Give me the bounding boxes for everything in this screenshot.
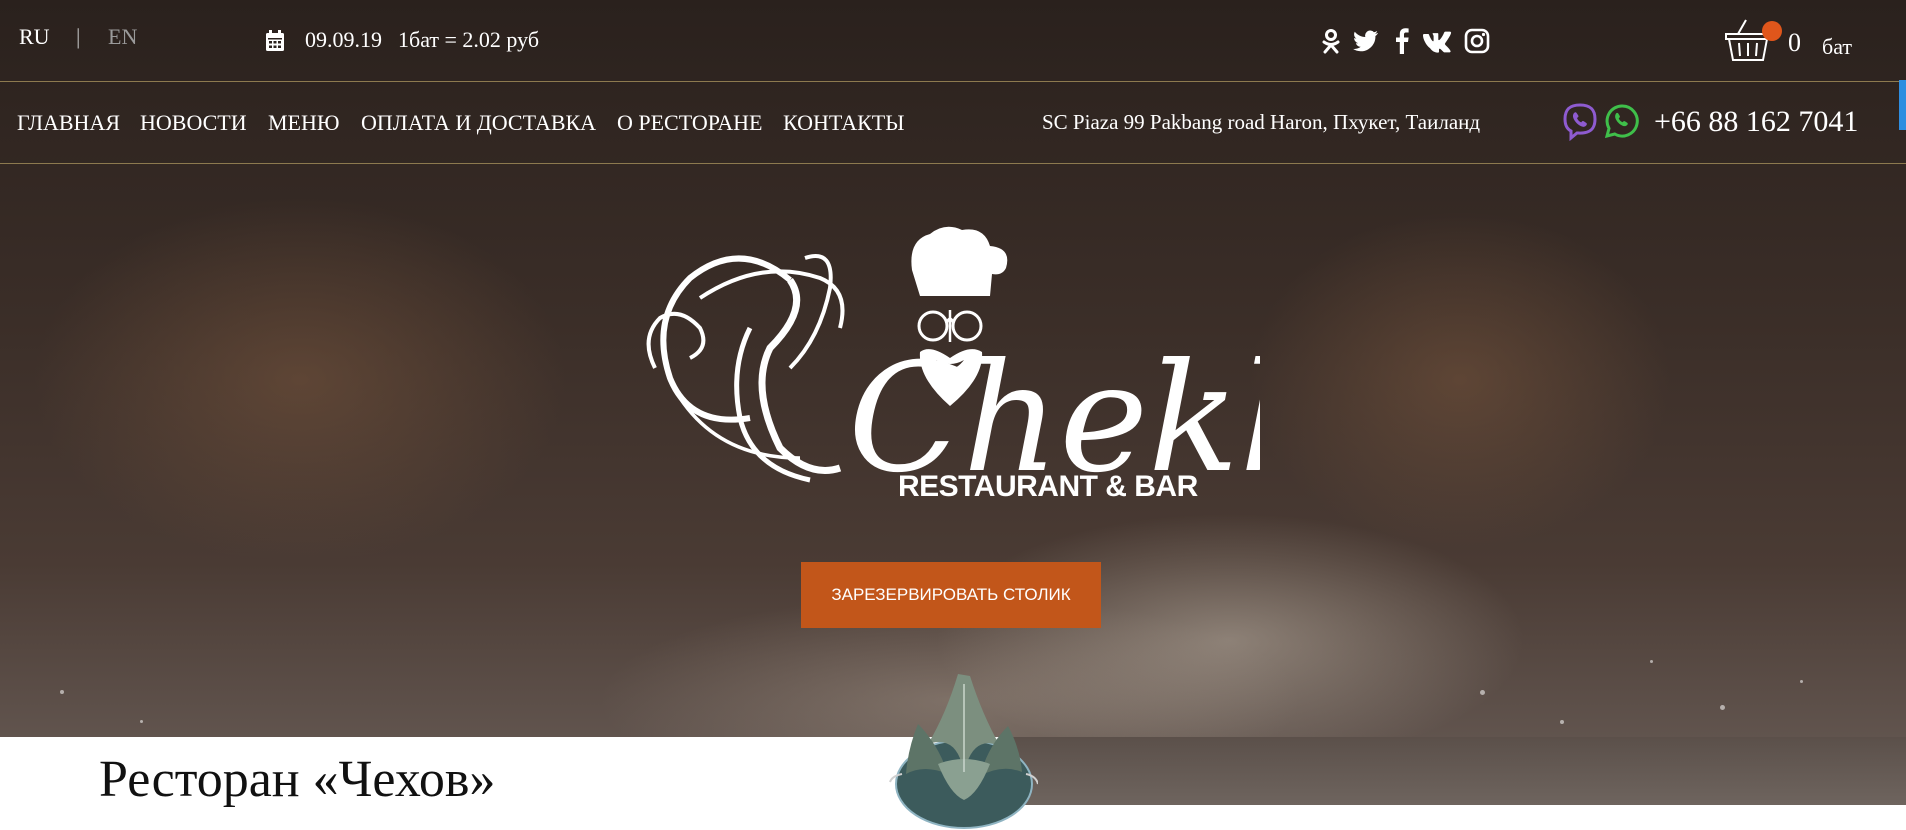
lang-ru-link[interactable]: RU [19, 24, 50, 50]
phone-number[interactable]: +66 88 162 7041 [1654, 105, 1858, 139]
hero-bottom-band [1010, 737, 1906, 805]
restaurant-address: SC Piaza 99 Pakbang road Haron, Пхукет, … [1042, 110, 1481, 134]
facebook-icon[interactable] [1389, 28, 1415, 54]
nav-item-menu[interactable]: МЕНЮ [268, 110, 340, 136]
calendar-icon [266, 30, 284, 51]
logo-subtitle: RESTAURANT & BAR [898, 470, 1198, 503]
nav-item-news[interactable]: НОВОСТИ [140, 110, 247, 136]
chekhoff-logo: Chekhoff [646, 226, 1260, 506]
lang-en-link[interactable]: EN [108, 24, 137, 50]
whatsapp-icon[interactable] [1605, 104, 1639, 138]
top-bar: RU | EN 09.09.19 1бат = 2.02 руб 0 бат [0, 0, 1906, 82]
instagram-icon[interactable] [1464, 28, 1490, 54]
twitter-icon[interactable] [1353, 28, 1379, 54]
nav-item-contacts[interactable]: КОНТАКТЫ [783, 110, 904, 136]
herb-bowl-image [889, 674, 1038, 829]
vk-icon[interactable] [1422, 28, 1454, 54]
current-date: 09.09.19 [305, 27, 382, 52]
exchange-rate: 1бат = 2.02 руб [398, 27, 540, 52]
odnoklassniki-icon[interactable] [1318, 28, 1344, 54]
nav-item-payment-delivery[interactable]: ОПЛАТА И ДОСТАВКА [361, 110, 596, 136]
cart-currency: бат [1822, 34, 1853, 59]
main-navigation: ГЛАВНАЯ НОВОСТИ МЕНЮ ОПЛАТА И ДОСТАВКА О… [0, 82, 1906, 164]
cart-count: 0 [1788, 28, 1801, 57]
section-title: Ресторан «Чехов» [99, 751, 496, 808]
cart-badge [1762, 21, 1782, 41]
lang-separator: | [76, 24, 81, 49]
reserve-table-button[interactable]: ЗАРЕЗЕРВИРОВАТЬ СТОЛИК [801, 562, 1101, 628]
scrollbar-accent [1899, 80, 1906, 130]
viber-icon[interactable] [1562, 103, 1598, 141]
nav-item-about[interactable]: О РЕСТОРАНЕ [617, 110, 762, 136]
nav-item-home[interactable]: ГЛАВНАЯ [17, 110, 120, 136]
